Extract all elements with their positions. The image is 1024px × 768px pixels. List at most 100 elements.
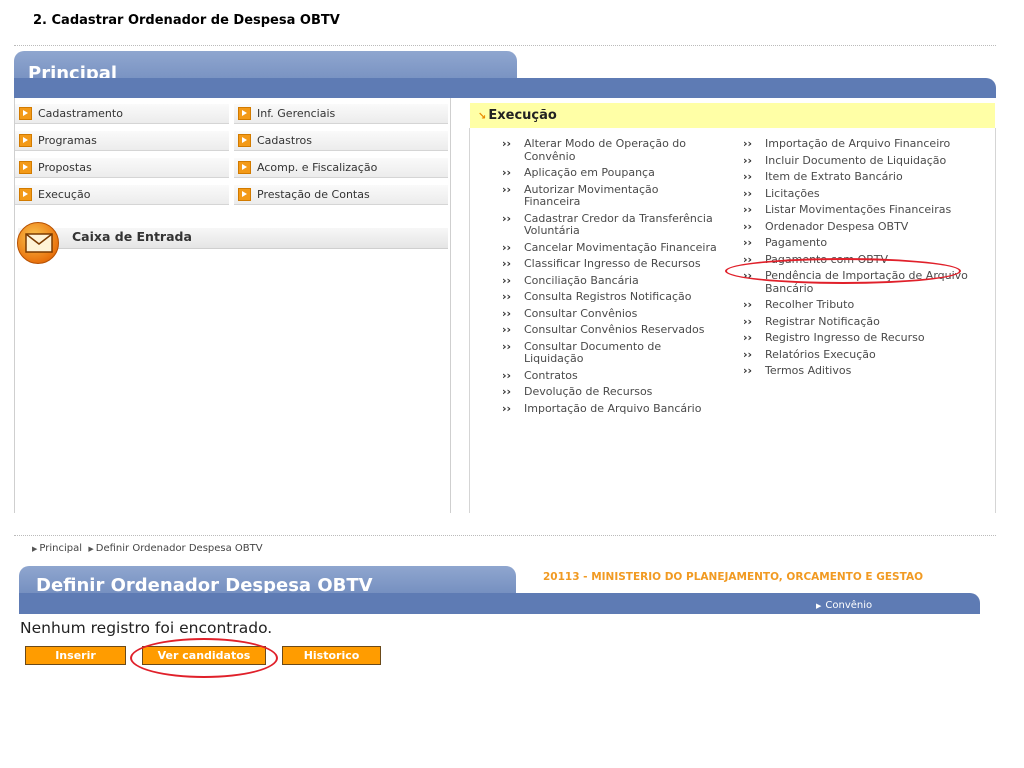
link-listar-movimentacoes[interactable]: ›› Listar Movimentações Financeiras (739, 203, 969, 217)
menu-label: Propostas (38, 161, 92, 174)
link-label: Ordenador Despesa OBTV (765, 219, 909, 233)
link-label: Consultar Documento de Liquidação (524, 339, 662, 365)
bullet-icon: ›› (743, 314, 753, 328)
execucao-title: ↘ Execução (478, 108, 557, 123)
link-label: Importação de Arquivo Bancário (524, 401, 702, 415)
bullet-icon: ›› (502, 166, 512, 179)
historico-button[interactable]: Historico (282, 646, 381, 665)
menu-label: Acomp. e Fiscalização (257, 161, 378, 174)
link-registro-ingresso[interactable]: ›› Registro Ingresso de Recurso (739, 331, 969, 345)
menu-cadastramento[interactable]: Cadastramento (15, 104, 229, 124)
link-consultar-convenios-reservados[interactable]: ›› Consultar Convênios Reservados (498, 323, 718, 337)
link-licitacoes[interactable]: ›› Licitações (739, 186, 969, 201)
link-contratos[interactable]: ›› Contratos (498, 368, 718, 383)
execucao-title-text: Execução (488, 108, 557, 123)
insert-button[interactable]: Inserir (25, 646, 126, 665)
menu-execucao[interactable]: Execução (15, 185, 229, 205)
link-devolucao-recursos[interactable]: ›› Devolução de Recursos (498, 385, 718, 399)
link-importacao-bancario[interactable]: ›› Importação de Arquivo Bancário (498, 401, 718, 416)
link-autorizar-movimentacao[interactable]: ›› Autorizar Movimentação Financeira (498, 183, 718, 209)
execucao-column-1: ›› Alterar Modo de Operação do Convênio ›… (498, 137, 718, 419)
bullet-icon: ›› (502, 290, 512, 303)
envelope-icon[interactable] (17, 222, 59, 264)
bullet-icon: ›› (743, 219, 753, 233)
triangle-icon: ▶ (32, 545, 38, 553)
menu-programas[interactable]: Programas (15, 131, 229, 151)
link-label: Termos Aditivos (765, 364, 852, 377)
convenio-label: Convênio (825, 600, 873, 611)
link-label: Classificar Ingresso de Recursos (524, 257, 701, 270)
menu-label: Inf. Gerenciais (257, 107, 336, 120)
bullet-icon: ›› (743, 331, 753, 344)
link-consulta-registros[interactable]: ›› Consulta Registros Notificação (498, 290, 718, 304)
link-pagamento[interactable]: ›› Pagamento (739, 236, 969, 250)
link-registrar-notificacao[interactable]: ›› Registrar Notificação (739, 314, 969, 329)
menu-acomp-fiscalizacao[interactable]: Acomp. e Fiscalização (234, 158, 448, 178)
bullet-icon: ›› (502, 273, 512, 287)
breadcrumb-current: Definir Ordenador Despesa OBTV (95, 543, 263, 554)
link-classificar-ingresso[interactable]: ›› Classificar Ingresso de Recursos (498, 257, 718, 271)
link-incluir-documento[interactable]: ›› Incluir Documento de Liquidação (739, 153, 969, 168)
bullet-icon: ›› (743, 236, 753, 249)
divider (14, 45, 996, 46)
link-importacao-financeiro[interactable]: ›› Importação de Arquivo Financeiro (739, 137, 969, 151)
link-conciliacao-bancaria[interactable]: ›› Conciliação Bancária (498, 273, 718, 288)
highlight-ordenador-ellipse (725, 258, 961, 284)
document-title: 2. Cadastrar Ordenador de Despesa OBTV (33, 13, 340, 28)
bullet-icon: ›› (743, 137, 753, 150)
link-label: Cancelar Movimentação Financeira (524, 240, 717, 254)
menu-label: Execução (38, 188, 91, 201)
bullet-icon: ›› (502, 323, 512, 336)
arrow-icon (238, 134, 251, 147)
empty-message: Nenhum registro foi encontrado. (20, 619, 273, 637)
breadcrumb: ▶ Principal ▶ Definir Ordenador Despesa OB… (32, 543, 263, 554)
bullet-icon: ›› (502, 306, 512, 320)
link-label: Conciliação Bancária (524, 273, 639, 287)
link-relatorios-execucao[interactable]: ›› Relatórios Execução (739, 348, 969, 362)
link-label: Recolher Tributo (765, 298, 855, 311)
bullet-icon: ›› (502, 211, 512, 225)
link-cadastrar-credor[interactable]: ›› Cadastrar Credor da Transferência Volu… (498, 211, 718, 238)
menu-cadastros[interactable]: Cadastros (234, 131, 448, 151)
link-label: Alterar Modo de Operação do Convênio (524, 137, 687, 163)
arrow-icon (19, 107, 32, 120)
link-alterar-modo[interactable]: ›› Alterar Modo de Operação do Convênio (498, 137, 718, 163)
link-ordenador-despesa-obtv[interactable]: ›› Ordenador Despesa OBTV (739, 219, 969, 234)
link-label: Contratos (524, 368, 578, 382)
link-label: Registro Ingresso de Recurso (765, 331, 925, 344)
arrow-icon (238, 161, 251, 174)
principal-header-bar (14, 78, 996, 98)
link-aplicacao-poupanca[interactable]: ›› Aplicação em Poupança (498, 166, 718, 180)
divider (14, 535, 996, 536)
link-label: Listar Movimentações Financeiras (765, 203, 952, 216)
inbox-label[interactable]: Caixa de Entrada (72, 229, 192, 244)
arrow-icon (19, 134, 32, 147)
link-cancelar-movimentacao[interactable]: ›› Cancelar Movimentação Financeira (498, 240, 718, 255)
link-label: Pagamento (765, 236, 828, 249)
link-recolher-tributo[interactable]: ›› Recolher Tributo (739, 298, 969, 312)
link-consultar-documento[interactable]: ›› Consultar Documento de Liquidação (498, 339, 718, 366)
bullet-icon: ›› (743, 170, 753, 183)
bullet-icon: ›› (502, 401, 512, 415)
bullet-icon: ›› (743, 298, 753, 311)
ministry-label: 20113 - MINISTERIO DO PLANEJAMENTO, ORCA… (543, 571, 924, 583)
bullet-icon: ›› (743, 364, 753, 377)
bullet-icon: ›› (502, 339, 512, 353)
convenio-link[interactable]: ▶ Convênio (816, 600, 872, 611)
link-item-extrato[interactable]: ›› Item de Extrato Bancário (739, 170, 969, 184)
arrow-icon (19, 161, 32, 174)
bullet-icon: ›› (743, 153, 753, 167)
menu-label: Cadastros (257, 134, 312, 147)
triangle-icon: ▶ (88, 545, 94, 553)
menu-propostas[interactable]: Propostas (15, 158, 229, 178)
bullet-icon: ›› (743, 186, 753, 200)
link-consultar-convenios[interactable]: ›› Consultar Convênios (498, 306, 718, 321)
menu-prestacao-contas[interactable]: Prestação de Contas (234, 185, 448, 205)
highlight-candidatos-ellipse (130, 638, 278, 678)
breadcrumb-principal[interactable]: Principal (39, 543, 82, 554)
link-termos-aditivos[interactable]: ›› Termos Aditivos (739, 364, 969, 378)
menu-inf-gerenciais[interactable]: Inf. Gerenciais (234, 104, 448, 124)
bullet-icon: ›› (502, 137, 512, 150)
arrow-icon (19, 188, 32, 201)
bullet-icon: ›› (502, 368, 512, 382)
